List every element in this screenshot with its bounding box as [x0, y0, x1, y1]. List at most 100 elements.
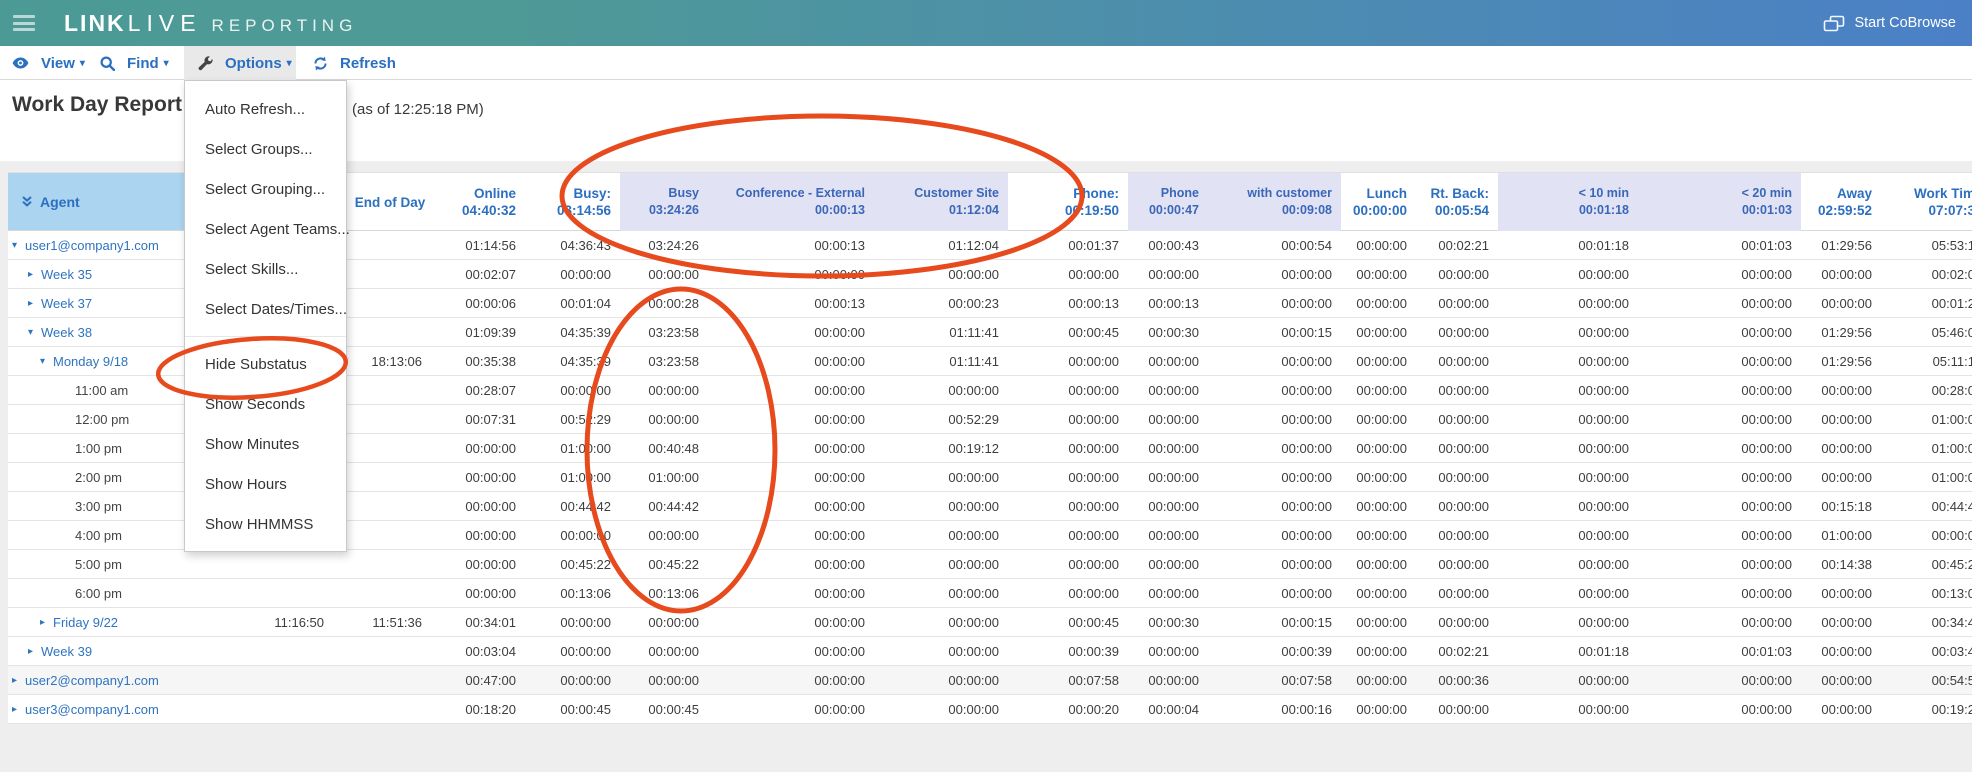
menu-item-show-minutes[interactable]: Show Minutes: [185, 424, 346, 464]
cell-work-time: 01:00:0: [1881, 405, 1972, 433]
cell-conf-ext: 00:00:13: [708, 231, 874, 259]
cell-work-time: 01:00:0: [1881, 463, 1972, 491]
cell-busy-total: 00:00:00: [525, 666, 620, 694]
cell-phone-total: 00:00:00: [1008, 434, 1128, 462]
row-label[interactable]: Week 37: [41, 296, 92, 311]
row-label[interactable]: Monday 9/18: [53, 354, 128, 369]
cell-phone-total: 00:00:13: [1008, 289, 1128, 317]
cell-rt-back: 00:00:00: [1416, 463, 1498, 491]
cell-online: 00:18:20: [450, 695, 525, 723]
cell-lunch: 00:00:00: [1341, 492, 1416, 520]
column-header-work-time[interactable]: Work Tim07:07:3: [1881, 173, 1972, 231]
cell-busy-sub: 00:00:00: [620, 521, 708, 549]
cell-phone-sub: 00:00:00: [1128, 434, 1208, 462]
column-header-busy-total[interactable]: Busy:03:14:56: [525, 173, 620, 231]
search-icon: [100, 56, 121, 71]
row-label[interactable]: user3@company1.com: [25, 702, 159, 717]
cell-conf-ext: 00:00:00: [708, 376, 874, 404]
view-menu-button[interactable]: View▾: [12, 46, 85, 80]
menu-item-show-seconds[interactable]: Show Seconds: [185, 384, 346, 424]
refresh-menu-button[interactable]: Refresh: [313, 46, 396, 80]
column-header-conf-ext[interactable]: Conference - External00:00:13: [708, 173, 874, 231]
table-row[interactable]: ▸user3@company1.com00:18:2000:00:4500:00…: [8, 695, 1972, 724]
cell-away: 00:00:00: [1801, 666, 1881, 694]
menu-item-auto-refresh[interactable]: Auto Refresh...: [185, 89, 346, 129]
column-header-online[interactable]: Online04:40:32: [450, 173, 525, 231]
caret-right-icon[interactable]: ▸: [12, 704, 25, 715]
cell-online: 00:47:00: [450, 666, 525, 694]
find-menu-button[interactable]: Find▾: [100, 46, 169, 80]
caret-right-icon[interactable]: ▸: [28, 269, 41, 280]
column-header-cust-site[interactable]: Customer Site01:12:04: [874, 173, 1008, 231]
report-timestamp: (as of 12:25:18 PM): [352, 101, 484, 118]
menu-item-select-dates-times[interactable]: Select Dates/Times...: [185, 289, 346, 329]
caret-down-icon[interactable]: ▾: [28, 327, 41, 338]
caret-right-icon[interactable]: ▸: [28, 298, 41, 309]
cell-with-customer: 00:00:00: [1208, 376, 1341, 404]
cell-lunch: 00:00:00: [1341, 521, 1416, 549]
table-row[interactable]: ▸Week 3900:03:0400:00:0000:00:0000:00:00…: [8, 637, 1972, 666]
cell-busy-sub: 00:00:00: [620, 376, 708, 404]
cell-online: 01:09:39: [450, 318, 525, 346]
menu-item-show-hours[interactable]: Show Hours: [185, 464, 346, 504]
cell-online: 00:03:04: [450, 637, 525, 665]
table-row[interactable]: ▸user2@company1.com00:47:0000:00:0000:00…: [8, 666, 1972, 695]
cell-lunch: 00:00:00: [1341, 405, 1416, 433]
column-header-with-customer[interactable]: with customer00:09:08: [1208, 173, 1341, 231]
caret-right-icon[interactable]: ▸: [28, 646, 41, 657]
cell-busy-sub: 00:00:00: [620, 405, 708, 433]
column-header-lunch[interactable]: Lunch00:00:00: [1341, 173, 1416, 231]
cell-cust-site: 01:11:41: [874, 347, 1008, 375]
cell-phone-total: 00:00:00: [1008, 521, 1128, 549]
cell-work-time: 00:34:4: [1881, 608, 1972, 636]
cell-with-customer: 00:00:00: [1208, 347, 1341, 375]
cell-phone-total: 00:00:20: [1008, 695, 1128, 723]
menu-item-select-grouping[interactable]: Select Grouping...: [185, 169, 346, 209]
row-label[interactable]: Week 38: [41, 325, 92, 340]
column-header-phone-sub[interactable]: Phone00:00:47: [1128, 173, 1208, 231]
column-total-value: 00:01:03: [1638, 202, 1792, 219]
row-label[interactable]: Friday 9/22: [53, 615, 118, 630]
cell-rt-back: 00:00:00: [1416, 318, 1498, 346]
chevron-down-icon: ▾: [80, 58, 85, 69]
caret-right-icon[interactable]: ▸: [40, 617, 53, 628]
row-label[interactable]: user2@company1.com: [25, 673, 159, 688]
cell-end-of-day: [330, 434, 450, 462]
menu-item-select-skills[interactable]: Select Skills...: [185, 249, 346, 289]
column-total-value: 00:00:13: [708, 202, 865, 219]
caret-right-icon[interactable]: ▸: [12, 675, 25, 686]
hamburger-menu-icon[interactable]: [13, 15, 35, 31]
cell-cust-site: 00:00:00: [874, 666, 1008, 694]
menu-item-select-agent-teams[interactable]: Select Agent Teams...: [185, 209, 346, 249]
column-header-away[interactable]: Away02:59:52: [1801, 173, 1881, 231]
cell-end-of-day: [330, 289, 450, 317]
start-cobrowse-button[interactable]: Start CoBrowse: [1809, 0, 1972, 46]
table-row[interactable]: 5:00 pm00:00:0000:45:2200:45:2200:00:000…: [8, 550, 1972, 579]
options-menu-button[interactable]: Options▾: [198, 46, 292, 80]
cell-busy-sub: 00:00:00: [620, 666, 708, 694]
column-header-lt-20-min[interactable]: < 20 min00:01:03: [1638, 173, 1801, 231]
cell-phone-sub: 00:00:00: [1128, 260, 1208, 288]
table-row[interactable]: 6:00 pm00:00:0000:13:0600:13:0600:00:000…: [8, 579, 1972, 608]
row-label[interactable]: Week 39: [41, 644, 92, 659]
cell-end-of-day: [330, 492, 450, 520]
row-label: 12:00 pm: [75, 412, 129, 427]
row-label[interactable]: user1@company1.com: [25, 238, 159, 253]
table-row[interactable]: ▸Friday 9/2211:16:5011:51:3600:34:0100:0…: [8, 608, 1972, 637]
menu-item-show-hhmmss[interactable]: Show HHMMSS: [185, 504, 346, 544]
column-total-value: 04:40:32: [450, 202, 516, 219]
column-header-phone-total[interactable]: Phone:00:19:50: [1008, 173, 1128, 231]
column-header-rt-back[interactable]: Rt. Back:00:05:54: [1416, 173, 1498, 231]
cell-start-of-day: [230, 695, 330, 723]
column-header-busy-sub[interactable]: Busy03:24:26: [620, 173, 708, 231]
cell-online: 01:14:56: [450, 231, 525, 259]
cell-phone-sub: 00:00:00: [1128, 405, 1208, 433]
caret-down-icon[interactable]: ▾: [12, 240, 25, 251]
cell-start-of-day: [230, 666, 330, 694]
caret-down-icon[interactable]: ▾: [40, 356, 53, 367]
column-header-lt-10-min[interactable]: < 10 min00:01:18: [1498, 173, 1638, 231]
menu-item-select-groups[interactable]: Select Groups...: [185, 129, 346, 169]
cell-cust-site: 00:00:00: [874, 521, 1008, 549]
row-label[interactable]: Week 35: [41, 267, 92, 282]
menu-item-hide-substatus[interactable]: Hide Substatus: [185, 344, 346, 384]
